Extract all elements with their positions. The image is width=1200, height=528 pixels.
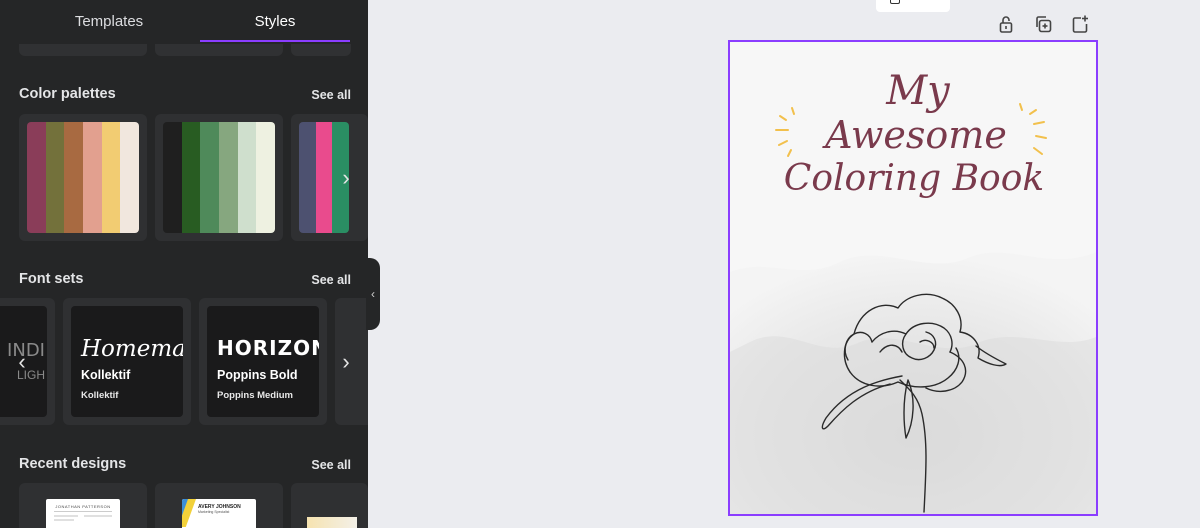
design-thumbnail: JONATHAN PATTERSON bbox=[46, 499, 120, 528]
palette-swatches bbox=[163, 122, 275, 233]
color-swatch bbox=[200, 122, 220, 233]
color-swatch bbox=[64, 122, 84, 233]
palette-card[interactable] bbox=[19, 114, 147, 241]
recent-design-card[interactable]: JONATHAN PATTERSON bbox=[19, 483, 147, 528]
fonts-next-arrow[interactable]: › bbox=[334, 348, 358, 376]
previous-row-card[interactable] bbox=[155, 44, 283, 56]
design-thumbnail-sub: Marketing Specialist bbox=[198, 510, 230, 514]
previous-row-card[interactable] bbox=[19, 44, 147, 56]
font-set-preview: Homemade Kollektif Kollektif bbox=[71, 306, 183, 417]
font-set-card[interactable]: Homemade Kollektif Kollektif bbox=[63, 298, 191, 425]
add-page-icon[interactable] bbox=[1070, 14, 1090, 34]
design-page[interactable]: My Awesome Coloring Book bbox=[728, 40, 1098, 516]
watercolor-wash bbox=[730, 336, 1096, 514]
fonts-prev-arrow[interactable]: ‹ bbox=[10, 348, 34, 376]
design-thumbnail-heading: JONATHAN PATTERSON bbox=[55, 504, 111, 509]
design-thumbnail: AVERY JOHNSON Marketing Specialist bbox=[182, 499, 256, 528]
tab-styles[interactable]: Styles bbox=[200, 0, 350, 44]
tab-templates[interactable]: Templates bbox=[20, 0, 198, 44]
color-swatch bbox=[101, 122, 121, 233]
color-swatch bbox=[237, 122, 257, 233]
font-set-body: Kollektif bbox=[81, 390, 119, 401]
font-set-subheading: Poppins Bold bbox=[217, 368, 298, 382]
palettes-next-arrow[interactable]: › bbox=[334, 164, 358, 192]
palette-card[interactable] bbox=[155, 114, 283, 241]
title-line-3: Coloring Book bbox=[784, 158, 1044, 199]
thumbnail-line bbox=[54, 515, 78, 517]
color-swatch bbox=[120, 122, 139, 233]
color-swatch bbox=[27, 122, 46, 233]
color-palettes-see-all[interactable]: See all bbox=[311, 88, 351, 102]
color-swatch bbox=[45, 122, 65, 233]
font-sets-see-all[interactable]: See all bbox=[311, 273, 351, 287]
title-artwork: My Awesome Coloring Book bbox=[784, 68, 1044, 199]
thumbnail-line bbox=[54, 519, 74, 521]
color-swatch bbox=[219, 122, 238, 233]
thumbnail-line bbox=[84, 515, 112, 517]
toolbar-icon bbox=[890, 0, 900, 4]
previous-row-card[interactable] bbox=[291, 44, 351, 56]
color-swatch bbox=[83, 122, 102, 233]
duplicate-icon[interactable] bbox=[1033, 14, 1053, 34]
font-set-card[interactable]: HORIZON Poppins Bold Poppins Medium bbox=[199, 298, 327, 425]
lock-icon[interactable] bbox=[996, 14, 1016, 34]
color-swatch bbox=[181, 122, 201, 233]
title-line-2: Awesome bbox=[822, 113, 1007, 157]
font-set-heading: HORIZON bbox=[217, 336, 319, 360]
font-set-body: Poppins Medium bbox=[217, 390, 293, 401]
active-tab-indicator bbox=[200, 40, 350, 42]
recent-designs-see-all[interactable]: See all bbox=[311, 458, 351, 472]
panel-tabs: Templates Styles bbox=[0, 0, 368, 44]
font-set-subheading: Kollektif bbox=[81, 368, 131, 382]
title-line-1: My bbox=[885, 68, 951, 114]
color-swatch bbox=[315, 122, 333, 233]
font-sets-title: Font sets bbox=[19, 271, 84, 287]
color-swatch bbox=[299, 122, 316, 233]
floating-toolbar[interactable] bbox=[876, 0, 950, 12]
palette-swatches bbox=[27, 122, 139, 233]
collapse-panel-button[interactable]: ‹ bbox=[366, 258, 380, 330]
color-swatch bbox=[256, 122, 275, 233]
recent-design-card[interactable]: AVERY JOHNSON Marketing Specialist bbox=[155, 483, 283, 528]
recent-design-card[interactable] bbox=[291, 483, 368, 528]
thumbnail-divider bbox=[54, 511, 112, 512]
recent-designs-title: Recent designs bbox=[19, 456, 127, 472]
design-thumbnail bbox=[307, 517, 357, 528]
color-swatch bbox=[163, 122, 182, 233]
side-panel: Templates Styles Color palettes See all … bbox=[0, 0, 368, 528]
font-set-preview: HORIZON Poppins Bold Poppins Medium bbox=[207, 306, 319, 417]
color-palettes-title: Color palettes bbox=[19, 86, 116, 102]
font-set-heading: Homemade bbox=[81, 336, 183, 362]
